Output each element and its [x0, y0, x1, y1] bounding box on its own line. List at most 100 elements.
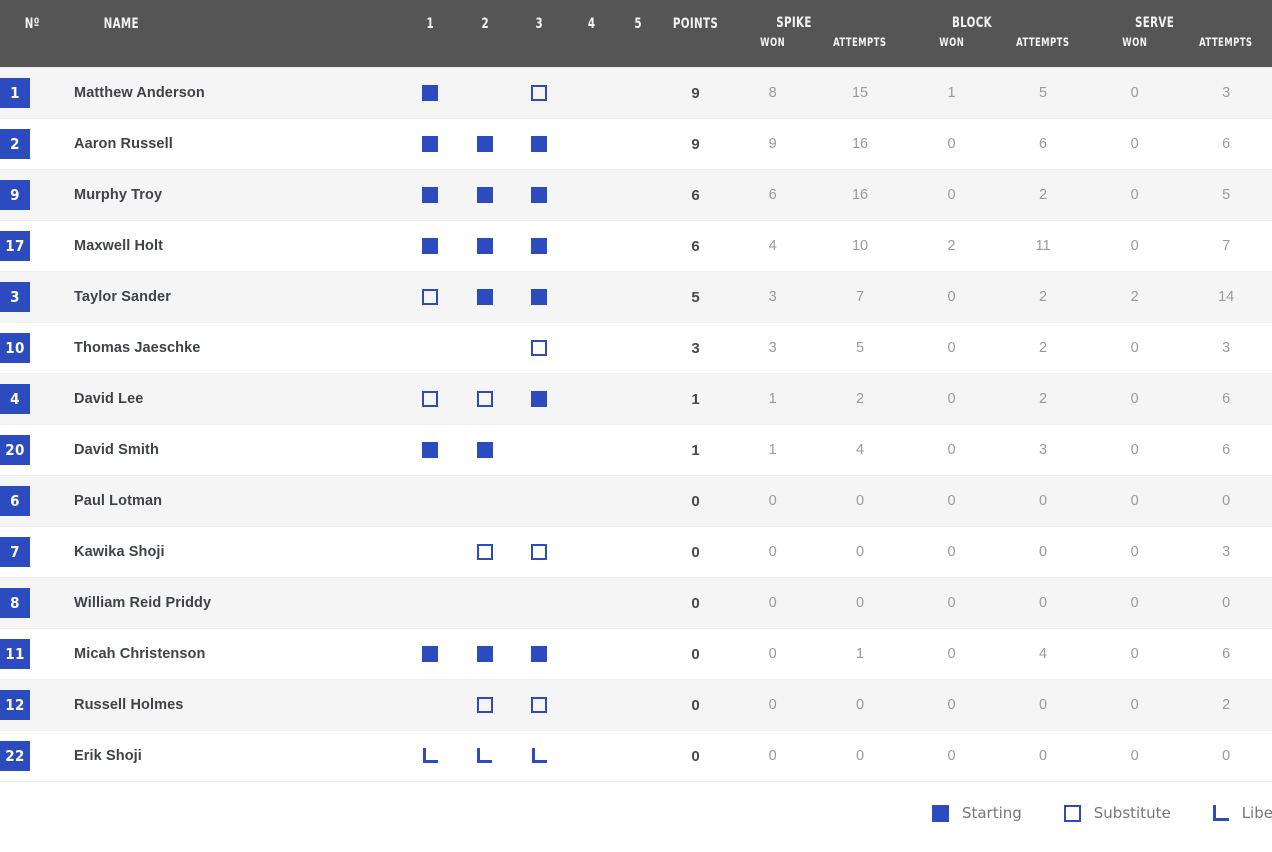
player-name-cell[interactable]: Murphy Troy [74, 169, 404, 221]
starting-marker-icon [531, 390, 548, 407]
player-name-cell[interactable]: Matthew Anderson [74, 67, 404, 119]
serve-attempts-cell: 14 [1180, 271, 1272, 323]
column-header-serve-attempts-label: ATTEMPTS [1199, 35, 1253, 49]
player-statistics-page: Nº NAME 1 2 3 4 5 POINTS SPIKE WON ATTEM… [0, 0, 1272, 852]
points-cell: 6 [660, 220, 732, 272]
substitute-marker-icon [531, 696, 548, 713]
serve-won-cell: 0 [1088, 220, 1181, 272]
table-row[interactable]: 4 David Lee 1 1 2 0 2 0 6 [0, 373, 1272, 425]
table-row[interactable]: 10 Thomas Jaeschke 3 3 5 0 2 0 3 [0, 322, 1272, 374]
serve-attempts-cell: 6 [1180, 424, 1272, 476]
column-header-serve-attempts[interactable]: ATTEMPTS [1189, 0, 1264, 68]
substitute-marker-icon [422, 390, 439, 407]
serve-attempts-cell: 0 [1180, 730, 1272, 782]
set-4-cell [566, 322, 616, 374]
legend-item-libero: Libero [1212, 804, 1272, 822]
serve-won-cell: 0 [1088, 424, 1181, 476]
set-4-cell [566, 118, 616, 170]
block-won-cell: 1 [905, 67, 998, 119]
set-2-cell [457, 679, 513, 731]
table-row[interactable]: 9 Murphy Troy 6 6 16 0 2 0 5 [0, 169, 1272, 221]
player-name-cell[interactable]: Aaron Russell [74, 118, 404, 170]
column-header-set-4-label: 4 [587, 16, 595, 32]
set-1-cell [403, 169, 458, 221]
block-won-cell: 0 [905, 475, 998, 527]
player-name-cell[interactable]: Micah Christenson [74, 628, 404, 680]
player-statistics-table: Nº NAME 1 2 3 4 5 POINTS SPIKE WON ATTEM… [0, 0, 1272, 782]
column-header-set-2[interactable]: 2 [462, 0, 507, 68]
table-row[interactable]: 22 Erik Shoji 0 0 0 0 0 0 0 [0, 730, 1272, 782]
block-attempts-cell: 0 [997, 475, 1089, 527]
set-5-cell [615, 169, 661, 221]
column-header-spike-won[interactable]: SPIKE WON [739, 0, 811, 68]
column-header-serve-won[interactable]: SERVE WON [1097, 0, 1173, 68]
player-name-cell[interactable]: William Reid Priddy [74, 577, 404, 629]
column-header-spike-won-label: WON [760, 35, 786, 49]
set-2-cell [457, 220, 513, 272]
player-name-cell[interactable]: Maxwell Holt [74, 220, 404, 272]
player-name-cell[interactable]: David Lee [74, 373, 404, 425]
column-header-set-5[interactable]: 5 [620, 0, 656, 68]
column-header-set-1-label: 1 [426, 16, 435, 32]
substitute-marker-icon [531, 339, 548, 356]
jersey-number-badge: 2 [0, 129, 30, 159]
table-row[interactable]: 17 Maxwell Holt 6 4 10 2 11 0 7 [0, 220, 1272, 272]
serve-won-cell: 0 [1088, 169, 1181, 221]
column-header-serve-won-label: WON [1122, 35, 1148, 49]
column-header-name[interactable]: NAME [104, 0, 374, 68]
set-4-cell [566, 424, 616, 476]
table-row[interactable]: 8 William Reid Priddy 0 0 0 0 0 0 0 [0, 577, 1272, 629]
serve-attempts-cell: 7 [1180, 220, 1272, 272]
table-body: 1 Matthew Anderson 9 8 15 1 5 0 3 2 Aaron Russell 9… [0, 67, 1272, 782]
jersey-number-badge: 1 [0, 78, 30, 108]
set-1-cell [403, 577, 458, 629]
player-number-cell: 6 [0, 475, 75, 527]
starting-marker-icon [476, 237, 493, 254]
libero-marker-icon [1212, 805, 1229, 821]
spike-won-cell: 1 [731, 373, 815, 425]
table-row[interactable]: 12 Russell Holmes 0 0 0 0 0 0 2 [0, 679, 1272, 731]
column-header-block-won[interactable]: BLOCK WON [914, 0, 991, 68]
player-number-cell: 22 [0, 730, 75, 782]
column-header-block-attempts[interactable]: ATTEMPTS [1006, 0, 1081, 68]
spike-attempts-cell: 7 [814, 271, 906, 323]
block-attempts-cell: 0 [997, 730, 1089, 782]
spike-attempts-cell: 0 [814, 475, 906, 527]
column-header-set-4[interactable]: 4 [571, 0, 611, 68]
spike-attempts-cell: 2 [814, 373, 906, 425]
set-3-cell [512, 628, 567, 680]
starting-marker-icon [476, 645, 493, 662]
column-header-set-1[interactable]: 1 [408, 0, 453, 68]
table-row[interactable]: 2 Aaron Russell 9 9 16 0 6 0 6 [0, 118, 1272, 170]
table-row[interactable]: 20 David Smith 1 1 4 0 3 0 6 [0, 424, 1272, 476]
set-2-cell [457, 475, 513, 527]
set-1-cell [403, 373, 458, 425]
points-cell: 0 [660, 577, 732, 629]
points-cell: 9 [660, 67, 732, 119]
set-2-cell [457, 169, 513, 221]
column-header-number[interactable]: Nº [7, 0, 68, 68]
player-number-cell: 12 [0, 679, 75, 731]
table-row[interactable]: 3 Taylor Sander 5 3 7 0 2 2 14 [0, 271, 1272, 323]
player-name-cell[interactable]: Erik Shoji [74, 730, 404, 782]
player-name-cell[interactable]: Kawika Shoji [74, 526, 404, 578]
player-name-cell[interactable]: Thomas Jaeschke [74, 322, 404, 374]
serve-won-cell: 0 [1088, 730, 1181, 782]
serve-won-cell: 0 [1088, 67, 1181, 119]
table-row[interactable]: 6 Paul Lotman 0 0 0 0 0 0 0 [0, 475, 1272, 527]
table-row[interactable]: 11 Micah Christenson 0 0 1 0 4 0 6 [0, 628, 1272, 680]
player-name-cell[interactable]: Taylor Sander [74, 271, 404, 323]
column-header-spike-attempts-label: ATTEMPTS [833, 35, 887, 49]
column-header-spike-attempts[interactable]: ATTEMPTS [823, 0, 898, 68]
player-name-cell[interactable]: Paul Lotman [74, 475, 404, 527]
table-row[interactable]: 1 Matthew Anderson 9 8 15 1 5 0 3 [0, 67, 1272, 119]
spike-attempts-cell: 0 [814, 730, 906, 782]
player-name-cell[interactable]: David Smith [74, 424, 404, 476]
column-header-points[interactable]: POINTS [666, 0, 724, 68]
points-cell: 0 [660, 526, 732, 578]
block-attempts-cell: 2 [997, 169, 1089, 221]
column-header-set-3[interactable]: 3 [517, 0, 562, 68]
player-name-cell[interactable]: Russell Holmes [74, 679, 404, 731]
table-row[interactable]: 7 Kawika Shoji 0 0 0 0 0 0 3 [0, 526, 1272, 578]
set-3-cell [512, 577, 567, 629]
